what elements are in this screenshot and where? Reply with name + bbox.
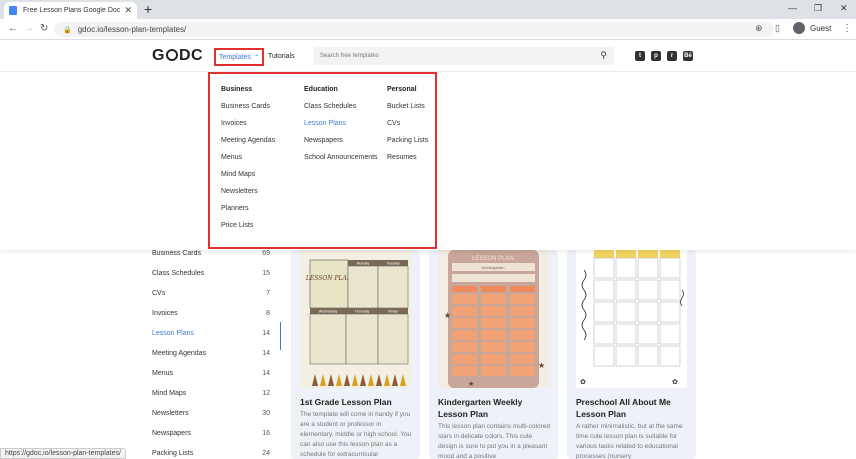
card-title[interactable]: 1st Grade Lesson Plan: [300, 396, 415, 408]
zoom-icon[interactable]: ⊕: [755, 23, 763, 34]
card-title[interactable]: Kindergarten Weekly Lesson Plan: [438, 396, 553, 420]
status-bar-url: https://gdoc.io/lesson-plan-templates/: [0, 448, 126, 459]
search-icon[interactable]: ⚲: [600, 50, 607, 61]
card-description: A rather minimalistic, but at the same t…: [576, 423, 683, 459]
dropdown-item-school-announcements[interactable]: School Announcements: [304, 154, 378, 171]
sidebar-item-class-schedules[interactable]: Class Schedules 15: [152, 270, 270, 277]
reload-icon[interactable]: ↻: [40, 23, 48, 34]
dropdown-item-meeting-agendas[interactable]: Meeting Agendas: [221, 137, 275, 154]
card-description: The template will come in handy if you a…: [300, 411, 412, 458]
thumb-day-5: Friday: [388, 310, 398, 314]
thumb-day-4: Thursday: [355, 310, 370, 314]
sidebar-item-lesson-plans[interactable]: Lesson Plans 14: [152, 330, 270, 337]
card-description: This lesson plan contains multi-colored …: [438, 423, 550, 459]
sidebar-active-indicator: [280, 322, 281, 350]
chevron-down-icon: ⌃: [253, 54, 259, 61]
svg-text:✿: ✿: [580, 379, 586, 386]
dropdown-item-business-cards[interactable]: Business Cards: [221, 103, 275, 120]
new-tab-icon[interactable]: +: [144, 1, 152, 17]
twitter-icon[interactable]: t: [635, 51, 645, 61]
sidebar-item-mind-maps[interactable]: Mind Maps 12: [152, 390, 270, 397]
profile-label: Guest: [810, 23, 832, 33]
dropdown-item-resumes[interactable]: Resumes: [387, 154, 428, 171]
dropdown-item-lesson-plans[interactable]: Lesson Plans: [304, 120, 378, 137]
dropdown-item-packing-lists[interactable]: Packing Lists: [387, 137, 428, 154]
forward-icon[interactable]: →: [24, 23, 34, 34]
dropdown-heading: Personal: [387, 86, 417, 93]
template-thumbnail[interactable]: LESSON PLAN Kindergarten ★ ★ ★: [438, 250, 549, 388]
svg-text:★: ★: [538, 361, 545, 370]
close-tab-icon[interactable]: ✕: [124, 5, 132, 16]
svg-text:✿: ✿: [672, 379, 678, 386]
docs-favicon-icon: [9, 6, 17, 15]
sidebar-item-packing-lists[interactable]: Packing Lists 24: [152, 450, 270, 457]
dropdown-column-business: Business Business Cards Invoices Meeting…: [221, 86, 275, 239]
reddit-icon[interactable]: r: [667, 51, 677, 61]
sidebar-item-newsletters[interactable]: Newsletters 30: [152, 410, 270, 417]
restore-icon[interactable]: ❐: [814, 3, 822, 14]
thumb-day-3: Wednesday: [319, 310, 338, 314]
gdoc-logo[interactable]: G DC: [152, 47, 203, 65]
template-card-preschool[interactable]: ✿ ✿ Preschool All About Me Lesson Plan A…: [567, 250, 696, 459]
dropdown-heading: Business: [221, 86, 253, 93]
dropdown-item-newspapers[interactable]: Newspapers: [304, 137, 378, 154]
templates-dropdown: Business Business Cards Invoices Meeting…: [208, 72, 437, 249]
dropdown-column-personal: Personal Bucket Lists CVs Packing Lists …: [387, 86, 428, 171]
dropdown-heading: Education: [304, 86, 338, 93]
browser-tab[interactable]: Free Lesson Plans Google Docs T... ✕: [4, 2, 137, 19]
logo-circle: [165, 49, 178, 61]
tutorials-link[interactable]: Tutorials: [268, 53, 295, 60]
template-thumbnail[interactable]: ✿ ✿: [576, 250, 687, 388]
side-panel-icon[interactable]: ▯: [775, 23, 780, 34]
thumb-subheading: Kindergarten: [482, 265, 505, 270]
svg-text:★: ★: [468, 380, 474, 388]
template-card-kindergarten[interactable]: LESSON PLAN Kindergarten ★ ★ ★ Kindergar…: [429, 250, 558, 459]
thumb-day-1: Monday: [357, 262, 370, 266]
menu-icon[interactable]: ⋮: [842, 23, 852, 34]
behance-icon[interactable]: Bē: [683, 51, 693, 61]
url-text: gdoc.io/lesson-plan-templates/: [77, 25, 187, 34]
templates-menu-button[interactable]: Templates ⌃: [214, 48, 264, 66]
logo-g: G: [152, 47, 165, 64]
dropdown-item-invoices[interactable]: Invoices: [221, 120, 275, 137]
dropdown-item-cvs[interactable]: CVs: [387, 120, 428, 137]
minimize-icon[interactable]: —: [788, 3, 797, 13]
dropdown-column-education: Education Class Schedules Lesson Plans N…: [304, 86, 378, 171]
search-placeholder: Search free templates: [320, 53, 379, 59]
templates-label: Templates: [219, 53, 251, 61]
svg-text:★: ★: [444, 311, 451, 320]
dropdown-item-planners[interactable]: Planners: [221, 205, 275, 222]
template-thumbnail[interactable]: LESSON PLAN Monday Tuesday Wednesday Thu…: [300, 250, 411, 388]
address-bar-row: ← → ↻ 🔒 gdoc.io/lesson-plan-templates/ ⊕…: [0, 19, 856, 40]
browser-tab-bar: Free Lesson Plans Google Docs T... ✕ + —…: [0, 0, 856, 19]
sidebar-item-menus[interactable]: Menus 14: [152, 370, 270, 377]
sidebar-item-invoices[interactable]: Invoices 8: [152, 310, 270, 317]
avatar-icon: [793, 22, 805, 34]
template-card-1st-grade[interactable]: LESSON PLAN Monday Tuesday Wednesday Thu…: [291, 250, 420, 459]
tab-title: Free Lesson Plans Google Docs T...: [23, 7, 121, 14]
close-window-icon[interactable]: ✕: [840, 3, 848, 14]
dropdown-item-bucket-lists[interactable]: Bucket Lists: [387, 103, 428, 120]
sidebar-item-business-cards[interactable]: Business Cards 69: [152, 250, 270, 257]
dropdown-item-menus[interactable]: Menus: [221, 154, 275, 171]
dropdown-item-price-lists[interactable]: Price Lists: [221, 222, 275, 239]
logo-dc: DC: [178, 47, 204, 64]
lock-icon[interactable]: 🔒: [63, 26, 72, 34]
profile-button[interactable]: Guest: [793, 22, 831, 34]
search-input[interactable]: Search free templates ⚲: [313, 47, 614, 65]
dropdown-item-mind-maps[interactable]: Mind Maps: [221, 171, 275, 188]
thumb-heading: LESSON PLAN: [305, 275, 353, 282]
dropdown-item-class-schedules[interactable]: Class Schedules: [304, 103, 378, 120]
back-icon[interactable]: ←: [8, 23, 18, 34]
card-title[interactable]: Preschool All About Me Lesson Plan: [576, 396, 691, 420]
dropdown-item-newsletters[interactable]: Newsletters: [221, 188, 275, 205]
url-bar[interactable]: 🔒 gdoc.io/lesson-plan-templates/: [54, 22, 774, 37]
site-header: G DC Templates ⌃ Tutorials Search free te…: [0, 40, 856, 72]
thumb-day-2: Tuesday: [386, 262, 400, 266]
sidebar-item-newspapers[interactable]: Newspapers 16: [152, 430, 270, 437]
pinterest-icon[interactable]: p: [651, 51, 661, 61]
sidebar-item-meeting-agendas[interactable]: Meeting Agendas 14: [152, 350, 270, 357]
sidebar-item-cvs[interactable]: CVs 7: [152, 290, 270, 297]
thumb-heading: LESSON PLAN: [472, 256, 514, 262]
